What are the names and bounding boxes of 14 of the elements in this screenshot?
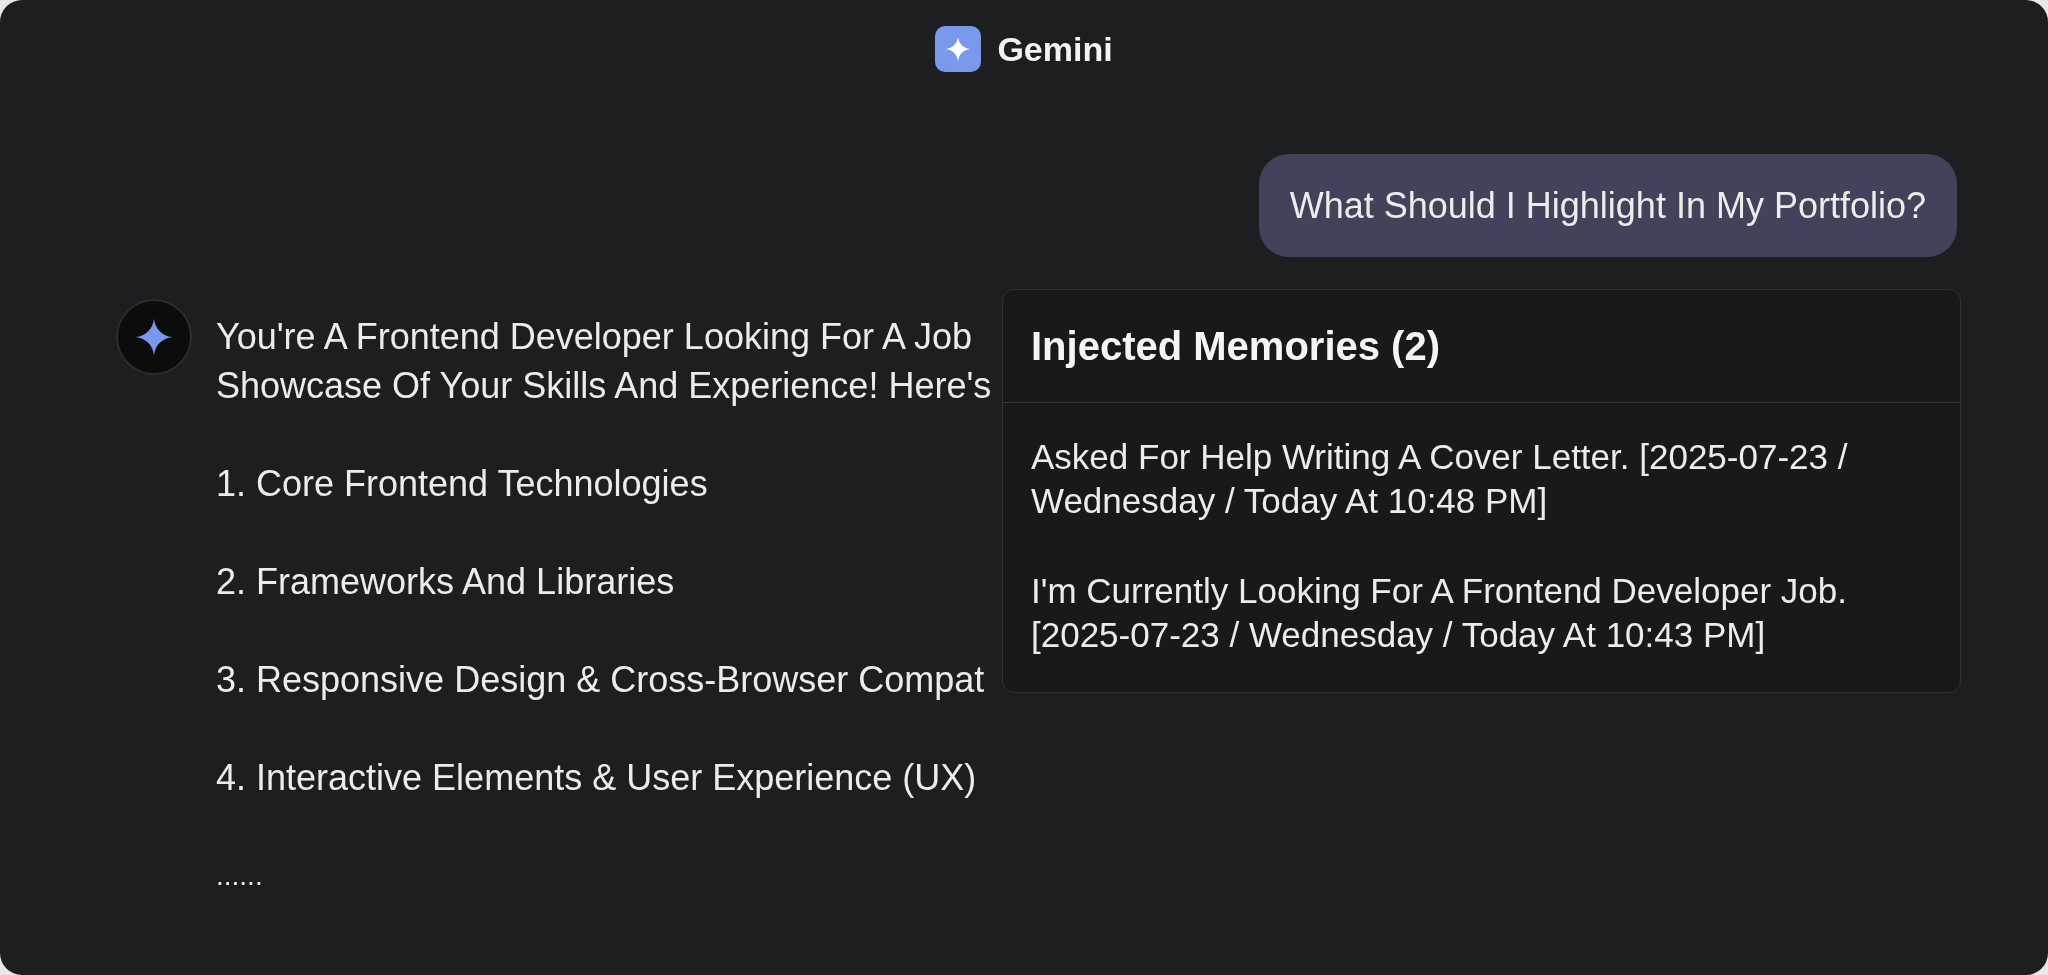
- popup-title: Injected Memories (2): [1031, 324, 1440, 368]
- response-point: 4. Interactive Elements & User Experience (UX): [216, 756, 977, 800]
- app-title: Gemini: [997, 29, 1113, 69]
- memory-text: Asked For Help Writing A Cover Letter. [2025-07-23 / Wednesday / Today At 10:48 PM]: [1031, 436, 1849, 522]
- sparkle-logo-icon: [935, 26, 982, 72]
- sparkle-avatar-icon: [116, 299, 192, 375]
- response-point: 1. Core Frontend Technologies: [216, 462, 708, 506]
- response-text: Showcase Of Your Skills And Experience! Here's: [216, 364, 992, 408]
- response-point: 3. Responsive Design & Cross-Browser Compat: [216, 658, 985, 702]
- response-point: 2. Frameworks And Libraries: [216, 560, 675, 604]
- ellipsis-text: ......: [216, 859, 263, 893]
- memory-text: I'm Currently Looking For A Frontend Developer Job. [2025-07-23 / Wednesday / Today At 10:43 PM]: [1031, 570, 1848, 656]
- response-text: You're A Frontend Developer Looking For A Job: [216, 315, 973, 359]
- user-message-bubble: What Should I Highlight In My Portfolio?: [1258, 154, 1957, 257]
